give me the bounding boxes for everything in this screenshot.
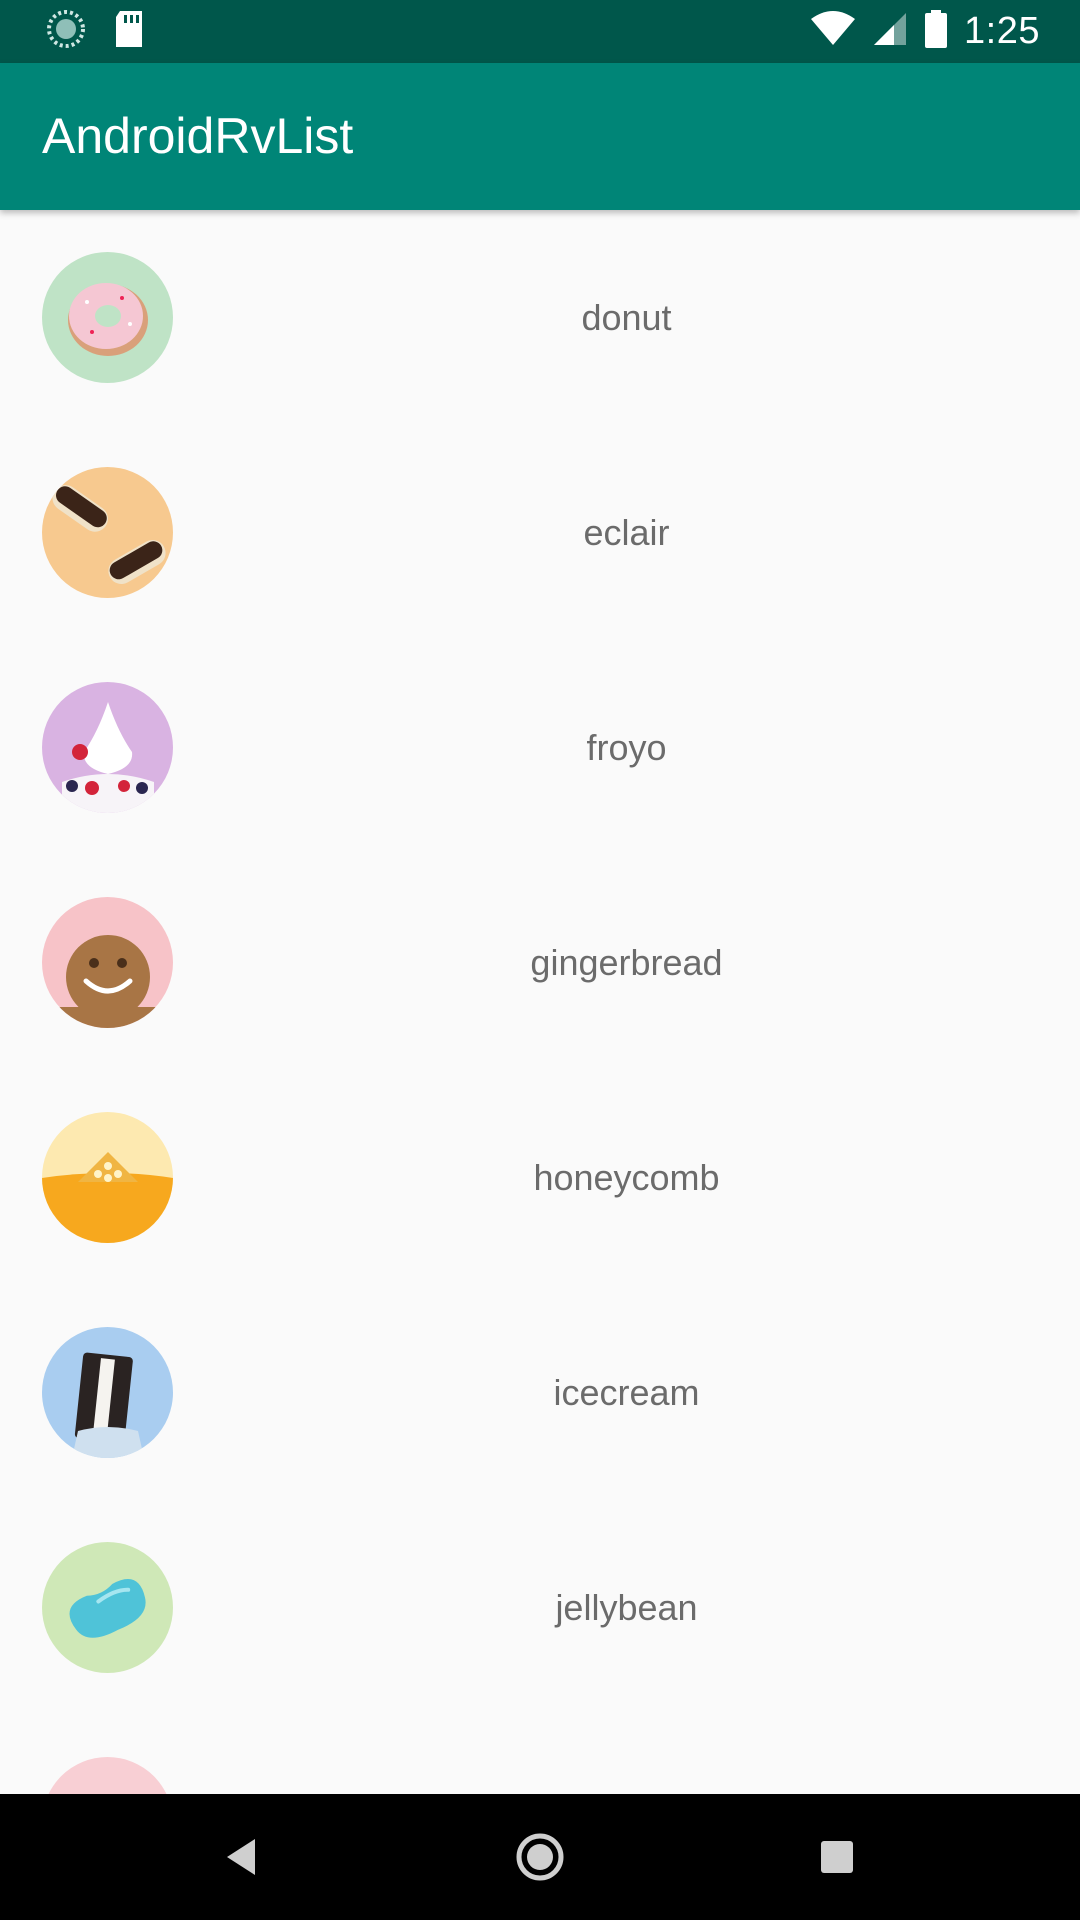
recents-icon[interactable] xyxy=(777,1794,897,1920)
list-item[interactable] xyxy=(0,1715,1080,1794)
honeycomb-icon xyxy=(42,1112,173,1243)
list-item[interactable]: honeycomb xyxy=(0,1070,1080,1285)
list-item-label: jellybean xyxy=(555,1587,698,1628)
battery-icon xyxy=(924,9,948,54)
sync-icon xyxy=(46,9,86,54)
list-item[interactable]: eclair xyxy=(0,425,1080,640)
clock: 1:25 xyxy=(964,10,1040,52)
navigation-bar xyxy=(0,1794,1080,1920)
app-bar: AndroidRvList xyxy=(0,63,1080,210)
back-icon[interactable] xyxy=(181,1794,301,1920)
list-item-label xyxy=(173,1715,1080,1794)
list-item-label: donut xyxy=(581,297,672,338)
froyo-icon xyxy=(42,682,173,813)
kitkat-icon xyxy=(42,1757,173,1794)
list-item[interactable]: froyo xyxy=(0,640,1080,855)
status-bar: 1:25 xyxy=(0,0,1080,63)
wifi-icon xyxy=(810,11,856,52)
sd-card-icon xyxy=(112,9,146,54)
signal-icon xyxy=(872,11,908,52)
list-item-label: froyo xyxy=(586,727,667,768)
list-item-label: eclair xyxy=(583,512,670,553)
list-item-label: honeycomb xyxy=(533,1157,720,1198)
donut-icon xyxy=(42,252,173,383)
app-title: AndroidRvList xyxy=(42,108,354,164)
recycler-list[interactable]: donut eclair froyo gingerbread honeycomb… xyxy=(0,210,1080,1794)
list-item-label: gingerbread xyxy=(530,942,723,983)
list-item[interactable]: gingerbread xyxy=(0,855,1080,1070)
list-item[interactable]: donut xyxy=(0,210,1080,425)
icecream-sandwich-icon xyxy=(42,1327,173,1458)
eclair-icon xyxy=(42,467,173,598)
home-icon[interactable] xyxy=(480,1794,600,1920)
list-item[interactable]: icecream xyxy=(0,1285,1080,1500)
jellybean-icon xyxy=(42,1542,173,1673)
list-item-label: icecream xyxy=(553,1372,700,1413)
gingerbread-icon xyxy=(42,897,173,1028)
list-item[interactable]: jellybean xyxy=(0,1500,1080,1715)
